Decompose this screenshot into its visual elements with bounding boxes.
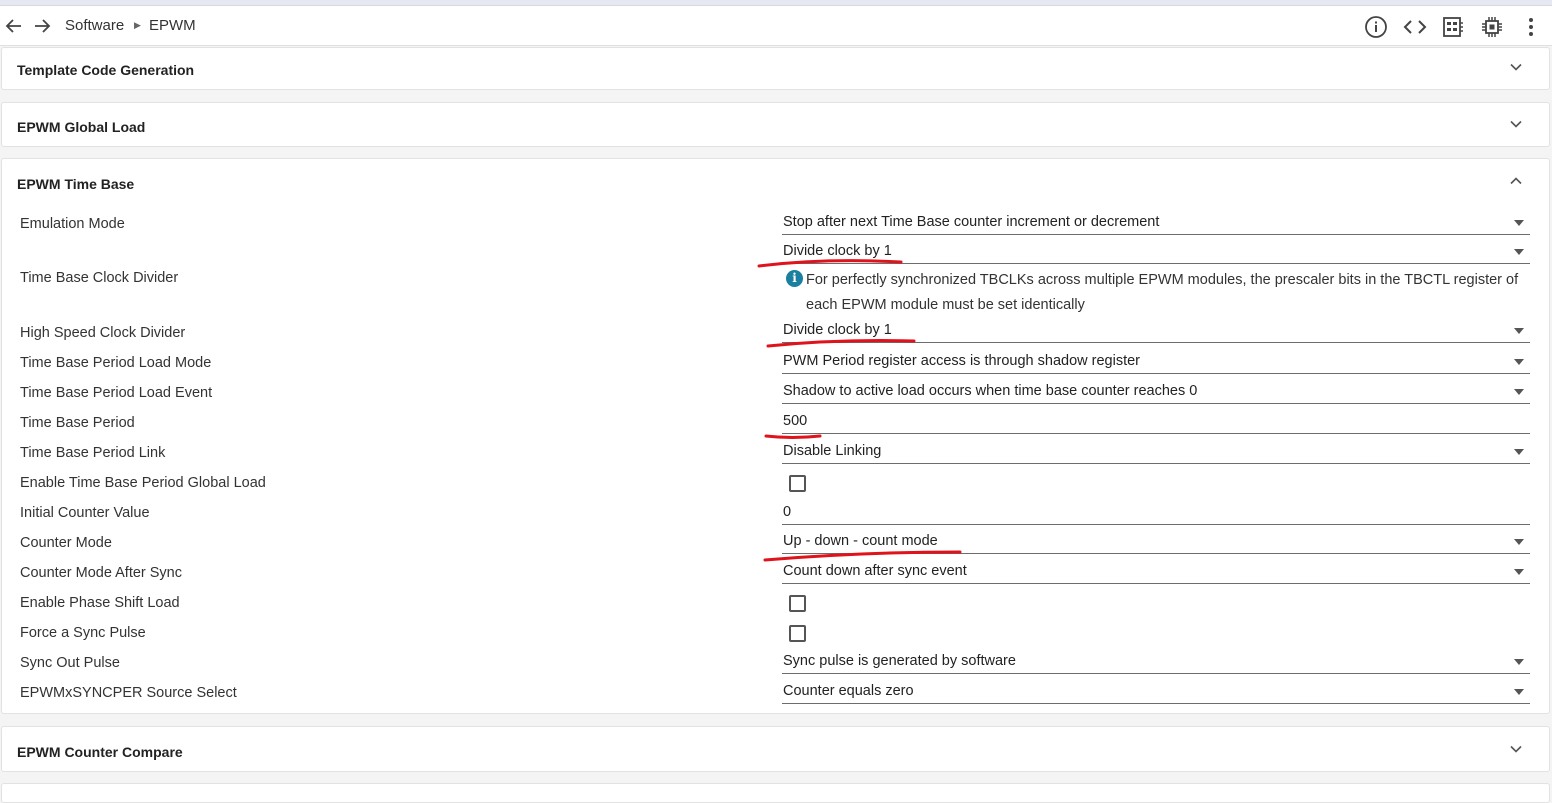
period-load-mode-select[interactable]: PWM Period register access is through sh…	[782, 352, 1530, 374]
emulation-mode-select[interactable]: Stop after next Time Base counter increm…	[782, 213, 1530, 235]
chevron-down-icon[interactable]	[1509, 60, 1523, 74]
select-value: Sync pulse is generated by software	[783, 653, 1016, 669]
toolbar: Software ▶ EPWM	[0, 6, 1552, 46]
dropdown-caret-icon	[1514, 569, 1524, 575]
period-global-load-checkbox[interactable]	[789, 475, 806, 492]
label-period-load-event: Time Base Period Load Event	[20, 385, 213, 401]
dropdown-caret-icon	[1514, 249, 1524, 255]
input-value: 500	[783, 413, 808, 429]
info-icon[interactable]	[1364, 15, 1388, 39]
select-value: Count down after sync event	[783, 563, 967, 579]
label-counter-mode-after-sync: Counter Mode After Sync	[20, 565, 182, 581]
tb-clock-divider-select[interactable]: Divide clock by 1	[782, 242, 1530, 264]
dropdown-caret-icon	[1514, 220, 1524, 226]
chip-icon[interactable]	[1480, 15, 1504, 39]
select-value: Disable Linking	[783, 443, 882, 459]
breadcrumb-epwm[interactable]: EPWM	[149, 17, 196, 34]
memory-icon[interactable]	[1441, 15, 1465, 39]
label-hs-clock-divider: High Speed Clock Divider	[20, 325, 186, 341]
arrow-right-icon[interactable]	[32, 16, 52, 36]
dropdown-caret-icon	[1514, 539, 1524, 545]
chevron-down-icon[interactable]	[1509, 742, 1523, 756]
dropdown-caret-icon	[1514, 449, 1524, 455]
dropdown-caret-icon	[1514, 328, 1524, 334]
select-value: Divide clock by 1	[783, 243, 892, 259]
info-circle-icon: i	[786, 270, 803, 287]
panel-epwm-global-load[interactable]: EPWM Global Load	[1, 102, 1550, 147]
select-value: Divide clock by 1	[783, 322, 892, 338]
select-value: Up - down - count mode	[783, 533, 938, 549]
dropdown-caret-icon	[1514, 389, 1524, 395]
arrow-left-icon[interactable]	[4, 16, 24, 36]
breadcrumb-separator-icon: ▶	[134, 20, 141, 30]
panel-template-code-generation[interactable]: Template Code Generation	[1, 47, 1550, 90]
label-sync-out: Sync Out Pulse	[20, 655, 120, 671]
label-initial-counter: Initial Counter Value	[20, 505, 150, 521]
panel-title: EPWM Counter Compare	[17, 744, 183, 760]
label-syncper-source: EPWMxSYNCPER Source Select	[20, 685, 237, 701]
select-value: Shadow to active load occurs when time b…	[783, 383, 1198, 399]
panel-title: EPWM Time Base	[17, 176, 135, 192]
force-sync-checkbox[interactable]	[789, 625, 806, 642]
dropdown-caret-icon	[1514, 659, 1524, 665]
label-emulation-mode: Emulation Mode	[20, 216, 125, 232]
breadcrumb-software[interactable]: Software	[65, 17, 124, 34]
more-vert-icon[interactable]	[1519, 15, 1543, 39]
period-link-select[interactable]: Disable Linking	[782, 442, 1530, 464]
label-force-sync: Force a Sync Pulse	[20, 625, 146, 641]
label-counter-mode: Counter Mode	[20, 535, 112, 551]
select-value: PWM Period register access is through sh…	[783, 353, 1141, 369]
label-period-global-load: Enable Time Base Period Global Load	[20, 475, 266, 491]
initial-counter-input[interactable]: 0	[782, 503, 1530, 525]
panel-next-collapsed[interactable]	[1, 783, 1550, 803]
panel-title: Template Code Generation	[17, 62, 195, 78]
period-input[interactable]: 500	[782, 412, 1530, 434]
chevron-down-icon[interactable]	[1509, 117, 1523, 131]
period-load-event-select[interactable]: Shadow to active load occurs when time b…	[782, 382, 1530, 404]
syncper-source-select[interactable]: Counter equals zero	[782, 682, 1530, 704]
input-value: 0	[783, 504, 792, 520]
counter-mode-after-sync-select[interactable]: Count down after sync event	[782, 562, 1530, 584]
label-tb-clock-divider: Time Base Clock Divider	[20, 270, 179, 286]
panel-epwm-counter-compare[interactable]: EPWM Counter Compare	[1, 726, 1550, 772]
dropdown-caret-icon	[1514, 689, 1524, 695]
label-period-load-mode: Time Base Period Load Mode	[20, 355, 212, 371]
info-text: For perfectly synchronized TBCLKs across…	[806, 272, 1519, 313]
label-period: Time Base Period	[20, 415, 135, 431]
phase-shift-load-checkbox[interactable]	[789, 595, 806, 612]
chevron-up-icon[interactable]	[1509, 174, 1523, 188]
dropdown-caret-icon	[1514, 359, 1524, 365]
label-phase-shift-load: Enable Phase Shift Load	[20, 595, 180, 611]
sync-out-select[interactable]: Sync pulse is generated by software	[782, 652, 1530, 674]
code-icon[interactable]	[1403, 15, 1427, 39]
label-period-link: Time Base Period Link	[20, 445, 166, 461]
panel-title: EPWM Global Load	[17, 119, 146, 135]
counter-mode-select[interactable]: Up - down - count mode	[782, 532, 1530, 554]
hs-clock-divider-select[interactable]: Divide clock by 1	[782, 321, 1530, 343]
select-value: Stop after next Time Base counter increm…	[783, 214, 1160, 230]
select-value: Counter equals zero	[783, 683, 914, 699]
